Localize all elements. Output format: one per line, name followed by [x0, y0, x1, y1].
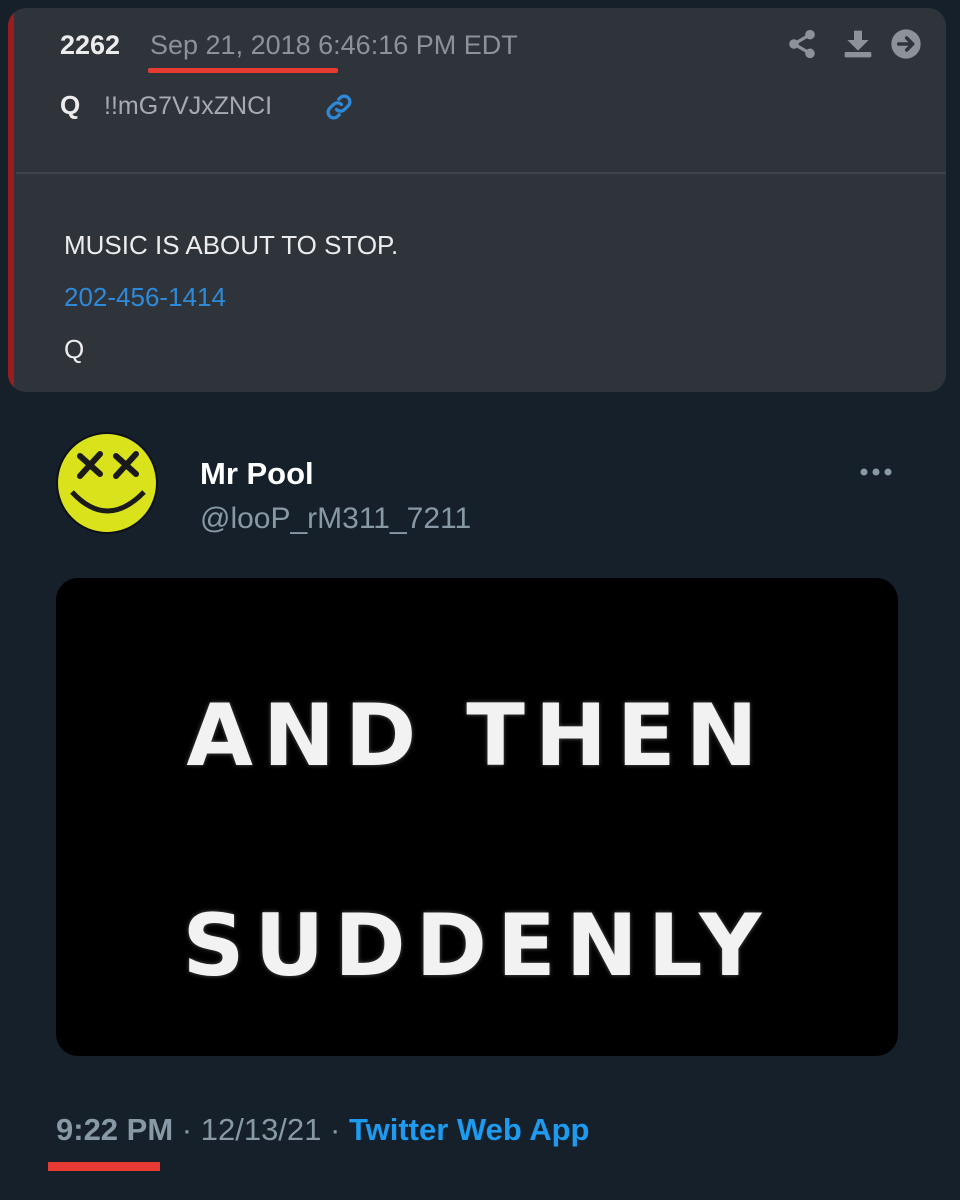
media-caption-line-2: SUDDENLY: [182, 896, 772, 996]
post-date: Sep 21, 2018 6:46:16 PM EDT: [150, 30, 518, 60]
post-author: Q: [60, 90, 81, 120]
tweet-media-image[interactable]: AND THEN SUDDENLY: [56, 578, 898, 1056]
meta-separator: ·: [321, 1112, 349, 1147]
date-highlight-underline: [148, 68, 338, 73]
tweet-time[interactable]: 9:22 PM: [56, 1112, 173, 1147]
post-tripcode: !!mG7VJxZNCI: [104, 92, 273, 120]
media-caption-line-1: AND THEN: [186, 686, 768, 786]
tweet-handle[interactable]: @looP_rM311_7211: [200, 502, 471, 536]
post-body: MUSIC IS ABOUT TO STOP. 202-456-1414 Q: [64, 230, 906, 386]
download-icon[interactable]: [842, 28, 874, 60]
forward-icon[interactable]: [890, 28, 922, 60]
post-number[interactable]: 2262: [60, 30, 120, 61]
avatar[interactable]: [56, 432, 158, 534]
tweet-date[interactable]: 12/13/21: [201, 1112, 322, 1147]
tweet-source-link[interactable]: Twitter Web App: [349, 1112, 590, 1147]
post-line-signature: Q: [64, 334, 85, 364]
tweet-meta: 9:22 PM · 12/13/21 · Twitter Web App: [56, 1112, 590, 1148]
post-divider: [16, 172, 946, 174]
share-icon[interactable]: [786, 28, 818, 60]
post-header: 2262 Sep 21, 2018 6:46:16 PM EDT Q !!mG7…: [8, 8, 946, 166]
post-line-phone-link[interactable]: 202-456-1414: [64, 282, 906, 334]
post-line-text: MUSIC IS ABOUT TO STOP.: [64, 230, 399, 260]
tweet-display-name[interactable]: Mr Pool: [200, 456, 314, 492]
link-icon[interactable]: [324, 92, 354, 122]
more-icon[interactable]: [858, 466, 894, 478]
q-post-card: 2262 Sep 21, 2018 6:46:16 PM EDT Q !!mG7…: [8, 8, 946, 392]
time-highlight-underline: [48, 1162, 160, 1171]
meta-separator: ·: [173, 1112, 201, 1147]
tweet-card: Mr Pool @looP_rM311_7211 AND THEN SUDDEN…: [12, 418, 946, 1200]
smiley-avatar-icon: [58, 434, 156, 532]
